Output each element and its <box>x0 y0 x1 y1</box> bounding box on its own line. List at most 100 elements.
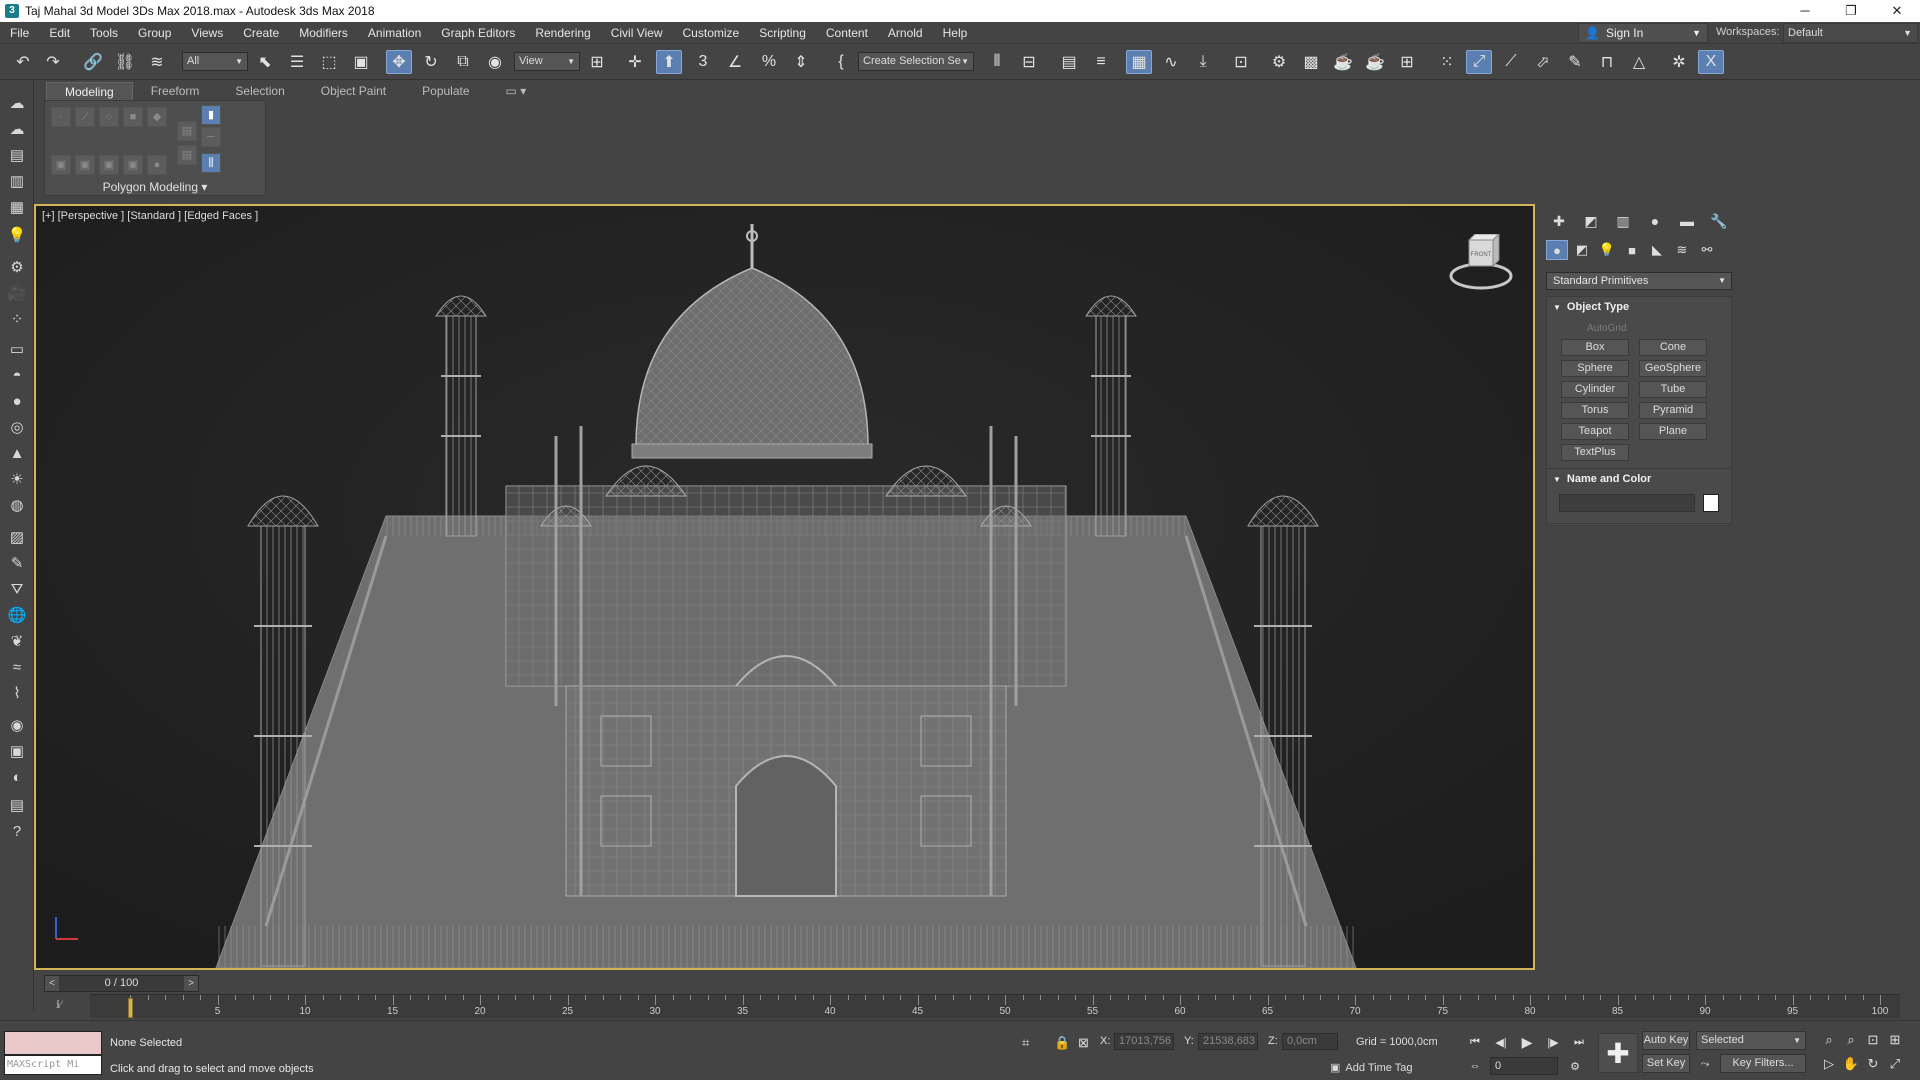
modify-tab-icon[interactable]: ◩ <box>1578 210 1604 232</box>
select-manipulate-icon[interactable]: ✛ <box>622 50 648 74</box>
create-tab-icon[interactable]: ✚ <box>1546 210 1572 232</box>
key-selection-select[interactable]: Selected ▼ <box>1696 1031 1806 1050</box>
menu-graph-editors[interactable]: Graph Editors <box>431 22 525 44</box>
track-bar[interactable]: 5 10 15 20 25 30 35 40 45 50 55 60 65 70 75 80 85 90 95 100 <box>90 994 1900 1018</box>
rect-region-icon[interactable]: ⬚ <box>316 50 342 74</box>
menu-views[interactable]: Views <box>181 22 233 44</box>
help-icon[interactable]: ? <box>5 820 29 842</box>
polygon-modeling-dropdown[interactable]: Polygon Modeling ▾ <box>44 180 266 194</box>
pivot-center-icon[interactable]: ⊞ <box>584 50 610 74</box>
menu-modifiers[interactable]: Modifiers <box>289 22 358 44</box>
scene-explorer-icon[interactable]: ▦ <box>1126 50 1152 74</box>
polygon-icon[interactable]: ■ <box>123 107 143 127</box>
place-icon[interactable]: ◉ <box>482 50 508 74</box>
reference-coordinate-select[interactable]: View ▼ <box>514 52 580 71</box>
ribbon-options-icon[interactable]: ▭ ▾ <box>488 82 545 100</box>
convert-icon[interactable]: ▤ <box>177 145 197 165</box>
helper-icon[interactable]: ⚙ <box>5 256 29 278</box>
go-to-end-icon[interactable]: ⏭ <box>1570 1033 1588 1051</box>
space-warps-icon[interactable]: ≋ <box>1671 240 1693 260</box>
edit-named-selection-icon[interactable]: { <box>828 50 854 74</box>
y-coordinate-field[interactable]: 21538,683 <box>1198 1033 1258 1050</box>
go-to-start-icon[interactable]: ⏮ <box>1466 1033 1484 1051</box>
tab-object-paint[interactable]: Object Paint <box>303 82 404 100</box>
scene-explorer-icon[interactable]: ▤ <box>5 144 29 166</box>
menu-file[interactable]: File <box>0 22 39 44</box>
default-tangent-icon[interactable]: ⤳ <box>1696 1055 1714 1073</box>
geosphere-button[interactable]: GeoSphere <box>1639 360 1707 377</box>
previous-key-icon[interactable]: ◀| <box>1492 1033 1510 1051</box>
select-object-icon[interactable]: ⬉ <box>252 50 278 74</box>
pyramid-button[interactable]: Pyramid <box>1639 402 1707 419</box>
material-icon[interactable]: ▣ <box>5 740 29 762</box>
selection-filter-select[interactable]: All ▼ <box>182 52 248 71</box>
select-by-name-icon[interactable]: ☰ <box>284 50 310 74</box>
edge-snap-icon[interactable]: ⟋ <box>1498 50 1524 74</box>
minimize-button[interactable]: ─ <box>1782 0 1828 22</box>
play-icon[interactable]: ▶ <box>1518 1033 1536 1051</box>
material-editor-icon[interactable]: ⚙ <box>1266 50 1292 74</box>
globe-icon[interactable]: 🌐 <box>5 604 29 626</box>
set-keys-icon[interactable]: ✚ <box>1598 1033 1638 1073</box>
menu-animation[interactable]: Animation <box>358 22 431 44</box>
name-and-color-header[interactable]: ▼ Name and Color <box>1547 469 1731 489</box>
menu-civil-view[interactable]: Civil View <box>601 22 673 44</box>
dope-sheet-icon[interactable]: ⤓ <box>1190 50 1216 74</box>
layer-explorer-icon[interactable]: ▤ <box>1056 50 1082 74</box>
utilities-tab-icon[interactable]: 🔧 <box>1706 210 1732 232</box>
collapse-stack-icon[interactable]: ▤ <box>177 121 197 141</box>
hierarchy-tab-icon[interactable]: ▥ <box>1610 210 1636 232</box>
pan-icon[interactable]: ✋ <box>1842 1055 1860 1073</box>
set-key-button[interactable]: Set Key <box>1642 1054 1690 1073</box>
z-coordinate-field[interactable]: 0,0cm <box>1282 1033 1338 1050</box>
time-slider[interactable]: < 0 / 100 > <box>44 975 199 992</box>
xform-icon[interactable]: X <box>1698 50 1724 74</box>
preview-icon[interactable]: ▣ <box>99 155 119 175</box>
restore-button[interactable]: ❐ <box>1828 0 1874 22</box>
menu-customize[interactable]: Customize <box>673 22 750 44</box>
plane-icon[interactable]: ▭ <box>5 338 29 360</box>
torus-button[interactable]: Torus <box>1561 402 1629 419</box>
geometry-category-select[interactable]: Standard Primitives ▼ <box>1546 272 1732 290</box>
autogrid-checkbox[interactable]: AutoGrid <box>1587 323 1626 334</box>
lights-icon[interactable]: 💡 <box>1596 240 1618 260</box>
tab-freeform[interactable]: Freeform <box>133 82 218 100</box>
next-key-icon[interactable]: |▶ <box>1544 1033 1562 1051</box>
time-configuration-icon[interactable]: ⚙ <box>1566 1057 1584 1075</box>
window-crossing-icon[interactable]: ▣ <box>348 50 374 74</box>
torus-icon[interactable]: ◎ <box>5 416 29 438</box>
current-frame-field[interactable]: 0 <box>1490 1057 1558 1075</box>
extend-snap-icon[interactable]: ⬀ <box>1530 50 1556 74</box>
key-mode-icon[interactable]: ⇔ <box>1466 1057 1484 1075</box>
object-type-header[interactable]: ▼ Object Type <box>1547 297 1731 317</box>
select-move-icon[interactable]: ✥ <box>386 50 412 74</box>
toggle-ribbon-icon[interactable]: ≡ <box>1088 50 1114 74</box>
grid-snap-icon[interactable]: ⊓ <box>1594 50 1620 74</box>
isolate-selection-icon[interactable]: ⌗ <box>1022 1035 1029 1051</box>
helpers-icon[interactable]: ◣ <box>1646 240 1668 260</box>
viewcube-icon[interactable]: FRONT <box>1449 232 1513 294</box>
vertex-icon[interactable]: · <box>51 107 71 127</box>
select-scale-icon[interactable]: ⧉ <box>450 50 476 74</box>
hatch-icon[interactable]: ▨ <box>5 526 29 548</box>
menu-content[interactable]: Content <box>816 22 878 44</box>
snap-2d-icon[interactable]: ⁙ <box>1434 50 1460 74</box>
render-iterative-icon[interactable]: ⊞ <box>1394 50 1420 74</box>
maxscript-listener[interactable] <box>4 1031 102 1055</box>
unlink-icon[interactable]: ⛓ <box>112 50 138 74</box>
ignore-backfacing-icon[interactable]: ● <box>147 155 167 175</box>
menu-edit[interactable]: Edit <box>39 22 80 44</box>
edge-icon[interactable]: ⟋ <box>75 107 95 127</box>
curve-editor-mini-icon[interactable]: ℹ∕ <box>56 998 62 1011</box>
align-icon[interactable]: ⊟ <box>1016 50 1042 74</box>
teapot-button[interactable]: Teapot <box>1561 423 1629 440</box>
mirror-icon[interactable]: ⫴ <box>984 50 1010 74</box>
render-sphere-icon[interactable]: ◉ <box>5 714 29 736</box>
dome-icon[interactable]: ◓ <box>5 364 29 386</box>
create-icon[interactable]: ☁ <box>5 92 29 114</box>
brush-icon[interactable]: ✎ <box>5 552 29 574</box>
zoom-extents-icon[interactable]: ⊡ <box>1864 1031 1882 1049</box>
camera-icon[interactable]: 🎥 <box>5 282 29 304</box>
layer-icon[interactable]: ▥ <box>5 170 29 192</box>
zoom-all-icon[interactable]: ⌕ <box>1842 1031 1860 1049</box>
